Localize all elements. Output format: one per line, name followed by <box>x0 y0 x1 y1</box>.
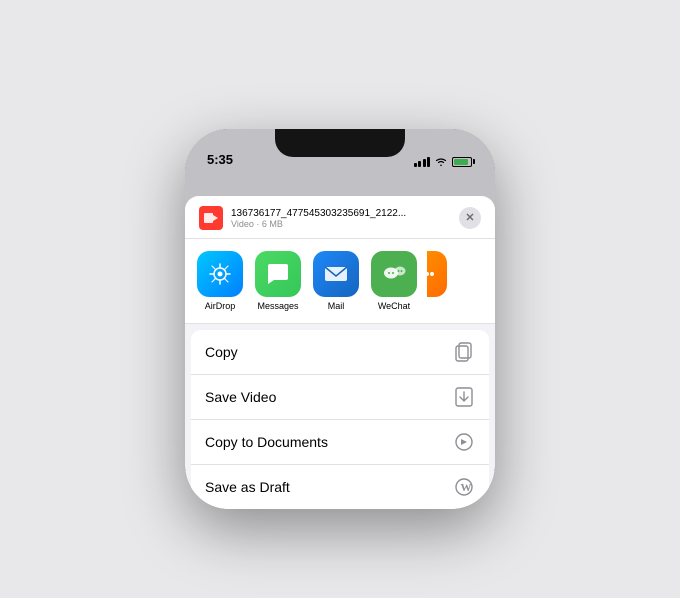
share-sheet: 136736177_477545303235691_2122... Video … <box>185 196 495 509</box>
copy-icon <box>453 341 475 363</box>
file-details: 136736177_477545303235691_2122... Video … <box>231 208 459 229</box>
action-save-draft-label: Save as Draft <box>205 479 290 495</box>
app-label-wechat: WeChat <box>378 301 410 311</box>
app-airdrop[interactable]: AirDrop <box>195 251 245 311</box>
apps-row: AirDrop Messages <box>185 239 495 324</box>
action-copy-documents[interactable]: Copy to Documents <box>191 420 489 465</box>
action-save-video[interactable]: Save Video <box>191 375 489 420</box>
share-header: 136736177_477545303235691_2122... Video … <box>185 196 495 239</box>
app-label-messages: Messages <box>257 301 298 311</box>
file-icon <box>199 206 223 230</box>
share-file-info: 136736177_477545303235691_2122... Video … <box>199 206 459 230</box>
app-label-mail: Mail <box>328 301 345 311</box>
phone-frame: 5:35 <box>185 129 495 509</box>
action-save-draft[interactable]: Save as Draft W <box>191 465 489 509</box>
app-mail[interactable]: Mail <box>311 251 361 311</box>
save-video-icon <box>453 386 475 408</box>
close-icon: ✕ <box>465 213 474 224</box>
app-more[interactable] <box>427 251 447 311</box>
phone-screen: 5:35 <box>185 129 495 509</box>
phone-wrapper: 5:35 <box>180 89 500 509</box>
documents-icon <box>453 431 475 453</box>
close-button[interactable]: ✕ <box>459 207 481 229</box>
action-save-video-label: Save Video <box>205 389 276 405</box>
action-copy[interactable]: Copy <box>191 330 489 375</box>
action-copy-documents-label: Copy to Documents <box>205 434 328 450</box>
app-wechat[interactable]: WeChat <box>369 251 419 311</box>
action-copy-label: Copy <box>205 344 238 360</box>
app-label-airdrop: AirDrop <box>205 301 236 311</box>
svg-text:W: W <box>461 482 472 494</box>
actions-list: Copy Save Video <box>191 330 489 509</box>
file-meta: Video · 6 MB <box>231 219 459 229</box>
file-name: 136736177_477545303235691_2122... <box>231 208 459 219</box>
draft-icon: W <box>453 476 475 498</box>
app-messages[interactable]: Messages <box>253 251 303 311</box>
